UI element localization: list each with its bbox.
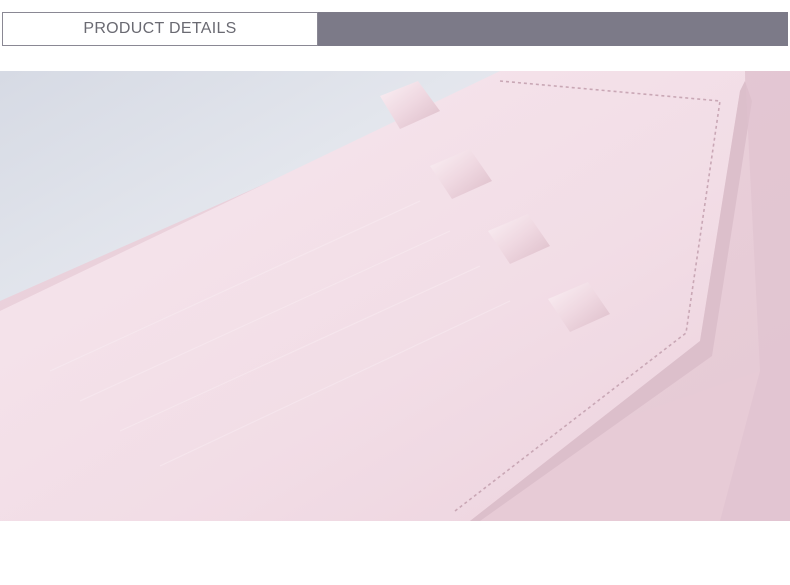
wallet-closeup-illustration	[0, 71, 790, 521]
section-title-box: PRODUCT DETAILS	[2, 12, 318, 46]
section-header: PRODUCT DETAILS	[2, 12, 788, 46]
section-title: PRODUCT DETAILS	[83, 20, 237, 37]
section-title-accent-bar	[318, 12, 788, 46]
product-photo	[0, 71, 790, 521]
